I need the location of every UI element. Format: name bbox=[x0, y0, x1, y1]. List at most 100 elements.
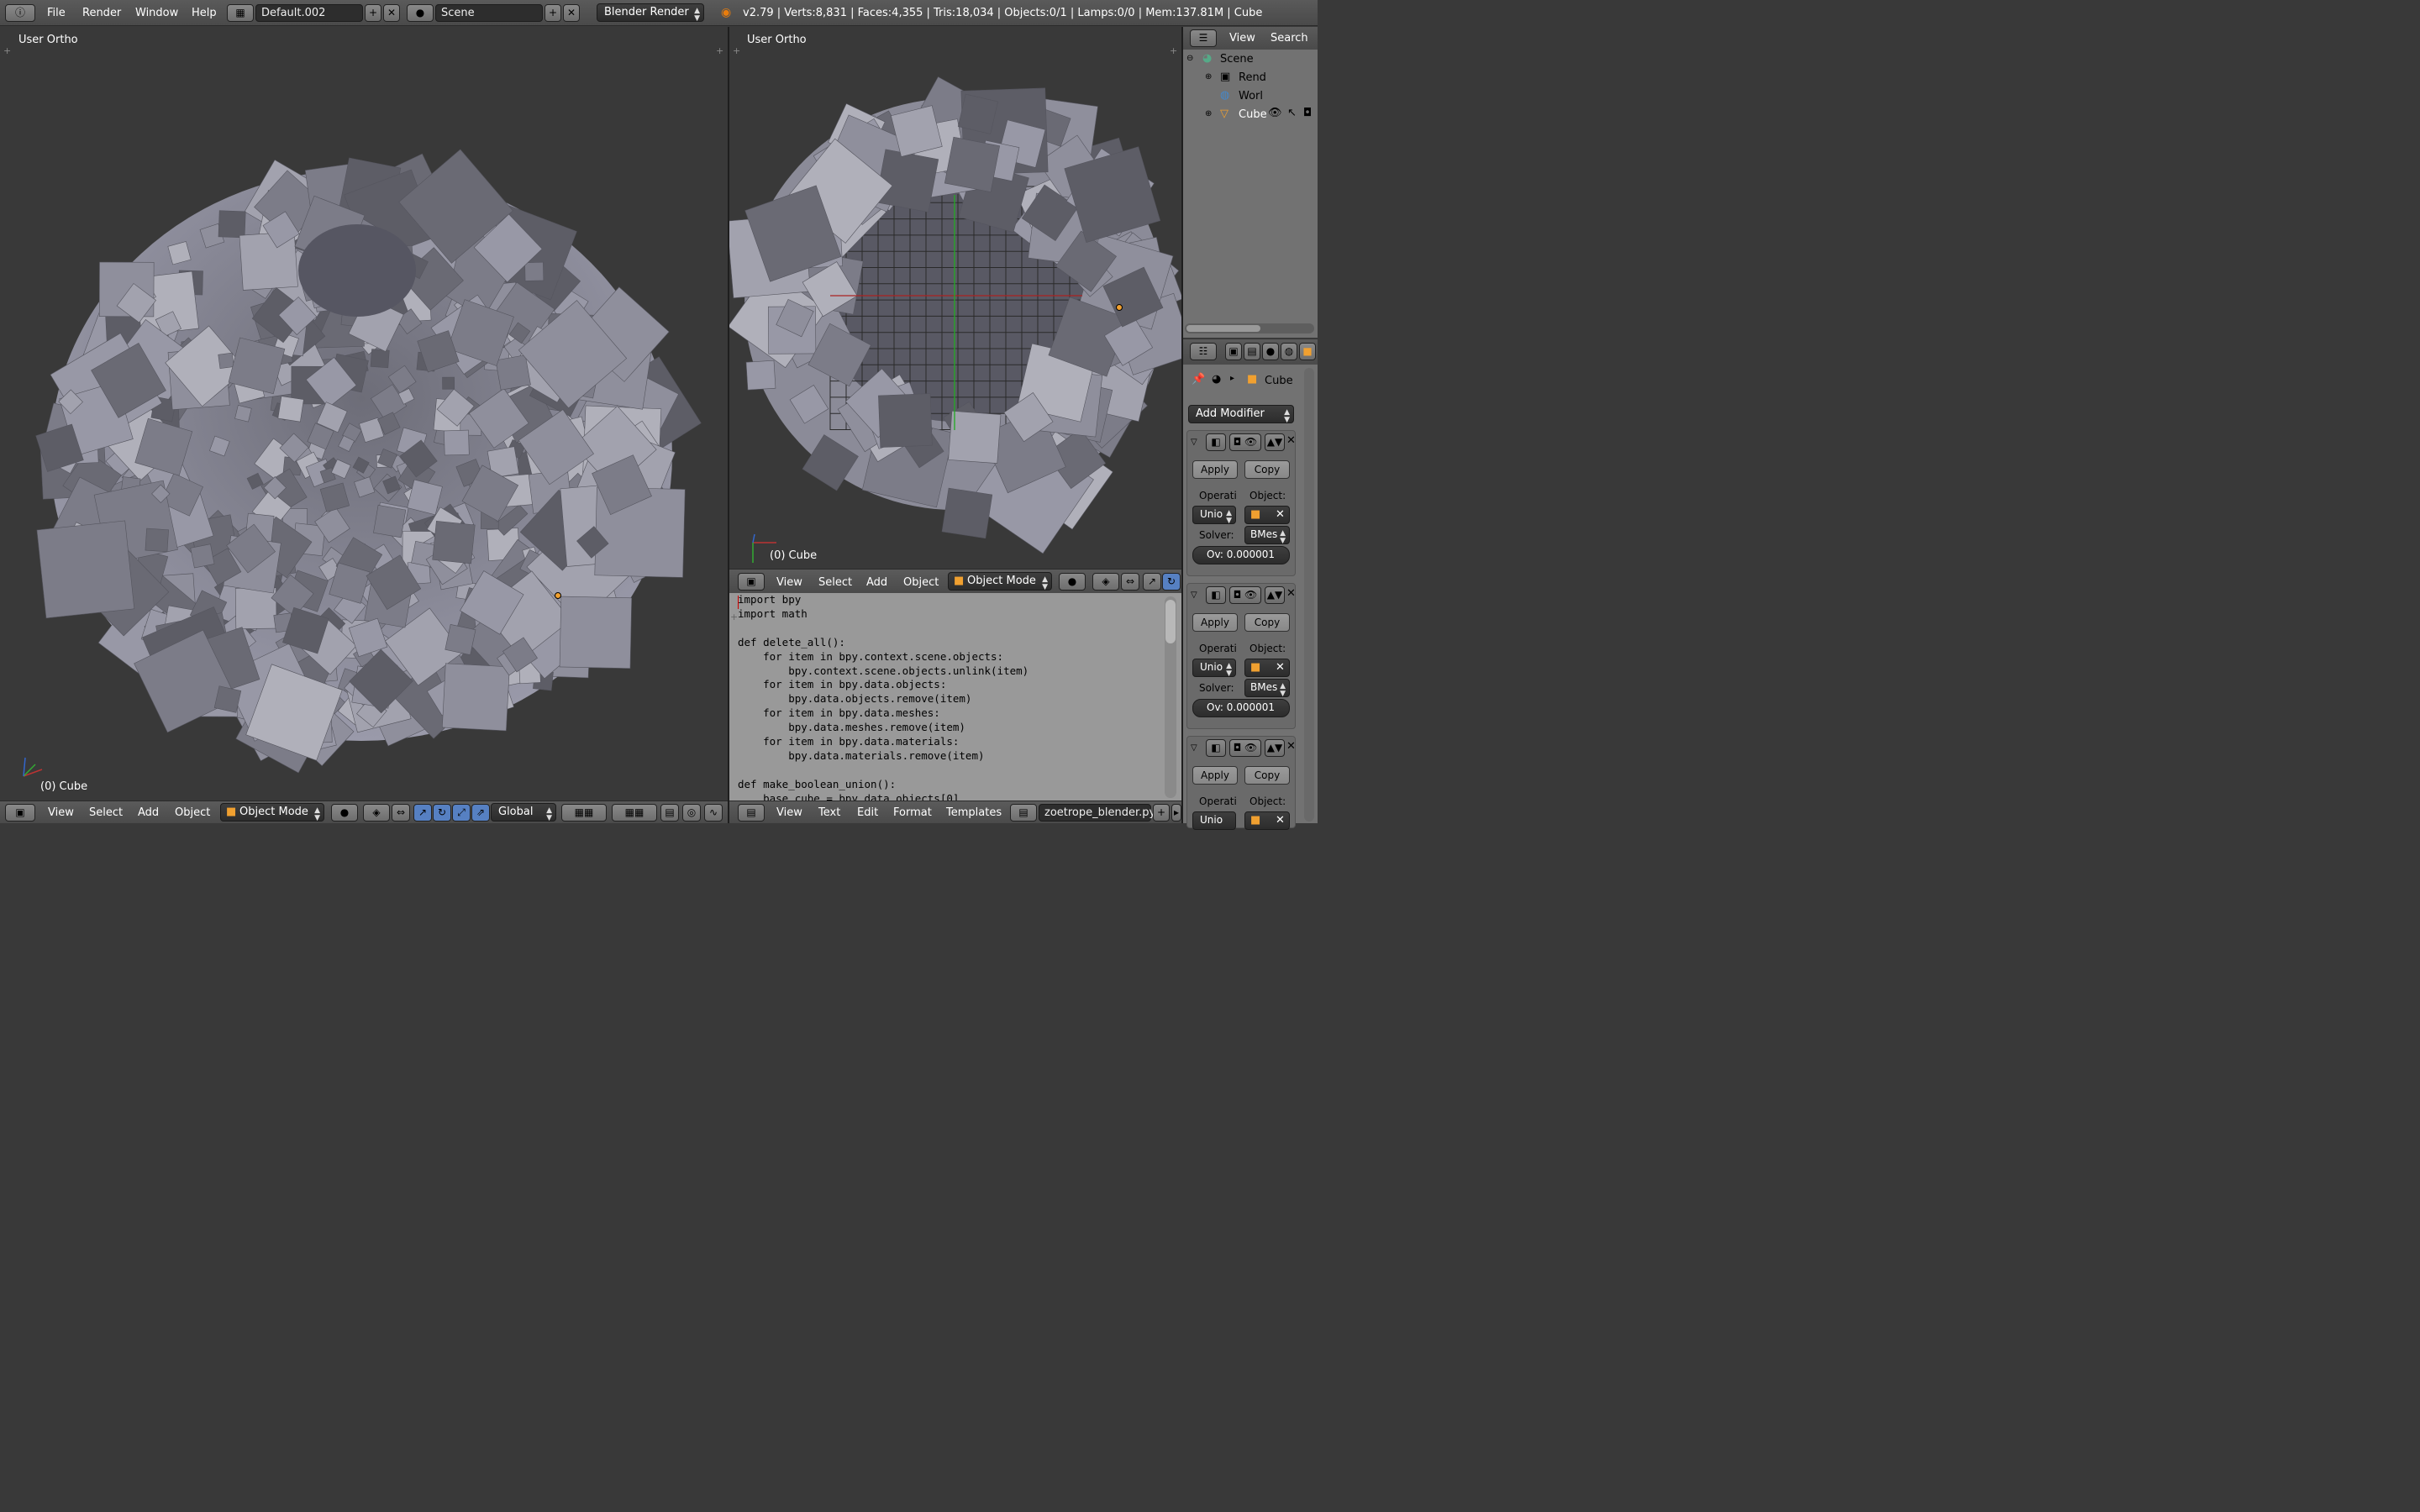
text-editor[interactable]: + import bpy import math def delete_all():… bbox=[729, 593, 1181, 805]
editor-type-button[interactable]: ▣ bbox=[738, 573, 765, 591]
outliner-item-render[interactable]: Rend bbox=[1239, 71, 1266, 84]
menu-view[interactable]: View bbox=[776, 576, 802, 589]
menu-help[interactable]: Help bbox=[192, 7, 217, 19]
menu-templates[interactable]: Templates bbox=[946, 806, 1002, 819]
outliner-item-cube[interactable]: Cube bbox=[1239, 108, 1267, 121]
outliner-item-world[interactable]: Worl bbox=[1239, 90, 1263, 102]
pivot-dropdown[interactable]: ◈ bbox=[1092, 573, 1119, 591]
code-line[interactable]: bpy.data.objects.remove(item) bbox=[738, 692, 971, 706]
object-field[interactable]: ■ ✕ bbox=[1244, 659, 1290, 677]
operation-dropdown[interactable]: Unio ▲ ▼ bbox=[1192, 506, 1236, 525]
viewport-left[interactable]: User Ortho + + (0) Cube bbox=[0, 27, 728, 801]
menu-edit[interactable]: Edit bbox=[857, 806, 878, 819]
shading-dropdown[interactable]: ● bbox=[331, 804, 358, 822]
object-field[interactable]: ■ ✕ bbox=[1244, 811, 1290, 830]
menu-render[interactable]: Render bbox=[82, 7, 121, 19]
viewport-right[interactable]: User Ortho + + (0) Cube bbox=[729, 27, 1181, 569]
move-modifier-icon[interactable]: ▲▼ bbox=[1265, 586, 1285, 604]
scale-icon[interactable]: ⤢ bbox=[452, 804, 471, 822]
layout-browse-button[interactable]: ▦ bbox=[227, 4, 254, 22]
expand-render-icon[interactable]: ⊕ bbox=[1205, 72, 1212, 81]
code-line[interactable]: bpy.context.scene.objects.unlink(item) bbox=[738, 664, 1028, 679]
text-open-icon[interactable]: ▸ bbox=[1171, 804, 1181, 822]
code-line[interactable]: import math bbox=[738, 607, 808, 622]
text-filename-field[interactable]: zoetrope_blender.py bbox=[1039, 804, 1155, 822]
translate-icon[interactable]: ↗ bbox=[413, 804, 432, 822]
scene-remove-icon[interactable]: ✕ bbox=[563, 4, 580, 22]
clear-object-icon[interactable]: ✕ bbox=[1276, 508, 1285, 521]
mode-dropdown[interactable]: ■ Object Mode ▲ ▼ bbox=[220, 803, 324, 822]
scene-add-icon[interactable]: + bbox=[544, 4, 561, 22]
outliner-scrollbar[interactable] bbox=[1185, 323, 1314, 333]
operation-dropdown[interactable]: Unio ▲ ▼ bbox=[1192, 659, 1236, 678]
code-line[interactable]: for item in bpy.data.materials: bbox=[738, 735, 959, 749]
overlap-threshold-field[interactable]: Ov: 0.000001 bbox=[1192, 699, 1290, 717]
remove-modifier-icon[interactable]: ✕ bbox=[1286, 434, 1296, 447]
rotate-icon[interactable]: ↻ bbox=[1162, 573, 1181, 591]
code-line[interactable]: import bpy bbox=[738, 593, 801, 607]
add-modifier-dropdown[interactable]: Add Modifier ▲ ▼ bbox=[1188, 405, 1294, 424]
text-browse-button[interactable]: ▤ bbox=[1010, 804, 1037, 822]
translate-icon[interactable]: ↗ bbox=[1143, 573, 1161, 591]
scrollbar-thumb[interactable] bbox=[1165, 600, 1176, 643]
object-tab-icon[interactable]: ■ bbox=[1299, 343, 1316, 360]
move-modifier-icon[interactable]: ▲▼ bbox=[1265, 433, 1285, 451]
properties-scrollbar[interactable] bbox=[1304, 368, 1314, 822]
clear-object-icon[interactable]: ✕ bbox=[1276, 661, 1285, 674]
pivot-dropdown[interactable]: ◈ bbox=[363, 804, 390, 822]
code-line[interactable]: def delete_all(): bbox=[738, 636, 845, 650]
code-line[interactable]: bpy.data.meshes.remove(item) bbox=[738, 721, 965, 735]
layers-group-2[interactable]: ▦▦ bbox=[612, 804, 657, 822]
remove-modifier-icon[interactable]: ✕ bbox=[1286, 740, 1296, 753]
collapse-modifier-icon[interactable]: ▽ bbox=[1191, 743, 1197, 753]
menu-view[interactable]: View bbox=[776, 806, 802, 819]
operation-dropdown[interactable]: Unio bbox=[1192, 811, 1236, 830]
apply-button[interactable]: Apply bbox=[1192, 766, 1238, 785]
layout-add-icon[interactable]: + bbox=[365, 4, 381, 22]
layer-lock-icon[interactable]: ▤ bbox=[660, 804, 679, 822]
properties-panel[interactable]: 📌 ◕ ▸ ■ Cube Add Modifier ▲ ▼ ▽ ◧ ◘ 👁 ▲▼ ✕… bbox=[1183, 365, 1318, 830]
menu-object[interactable]: Object bbox=[175, 806, 210, 819]
menu-format[interactable]: Format bbox=[893, 806, 932, 819]
solver-dropdown[interactable]: BMes ▲ ▼ bbox=[1244, 679, 1290, 698]
scene-browse-button[interactable]: ● bbox=[407, 4, 434, 22]
scene-tab-icon[interactable]: ● bbox=[1262, 343, 1279, 360]
manipulator-toggle-icon[interactable]: ⇔ bbox=[392, 804, 410, 822]
apply-button[interactable]: Apply bbox=[1192, 613, 1238, 632]
render-tab-icon[interactable]: ▣ bbox=[1225, 343, 1242, 360]
solver-dropdown[interactable]: BMes ▲ ▼ bbox=[1244, 526, 1290, 545]
orientation-dropdown[interactable]: Global ▲ ▼ bbox=[491, 803, 556, 822]
collapse-scene-icon[interactable]: ⊖ bbox=[1186, 54, 1193, 63]
shading-dropdown[interactable]: ● bbox=[1059, 573, 1086, 591]
editor-type-button[interactable]: ▤ bbox=[738, 804, 765, 822]
scrollbar-track[interactable] bbox=[1165, 596, 1176, 798]
menu-add[interactable]: Add bbox=[866, 576, 887, 589]
manipulator-scale-icon[interactable]: ⇗ bbox=[471, 804, 490, 822]
text-new-icon[interactable]: + bbox=[1153, 804, 1170, 822]
code-line[interactable]: for item in bpy.data.meshes: bbox=[738, 706, 940, 721]
move-modifier-icon[interactable]: ▲▼ bbox=[1265, 739, 1285, 757]
text-region-toggle-icon[interactable]: + bbox=[730, 612, 738, 622]
pin-icon[interactable]: 📌 bbox=[1192, 373, 1205, 386]
proportional-edit-icon[interactable]: ◎ bbox=[682, 804, 701, 822]
copy-button[interactable]: Copy bbox=[1244, 613, 1290, 632]
outliner-scrollbar-thumb[interactable] bbox=[1186, 325, 1260, 332]
world-tab-icon[interactable]: ◍ bbox=[1281, 343, 1297, 360]
menu-view[interactable]: View bbox=[1229, 32, 1255, 45]
collapse-modifier-icon[interactable]: ▽ bbox=[1191, 438, 1197, 447]
code-line[interactable]: def make_boolean_union(): bbox=[738, 778, 896, 792]
clear-object-icon[interactable]: ✕ bbox=[1276, 814, 1285, 827]
copy-button[interactable]: Copy bbox=[1244, 766, 1290, 785]
renderable-camera-icon[interactable]: ◘ bbox=[1303, 107, 1312, 119]
render-layers-tab-icon[interactable]: ▤ bbox=[1244, 343, 1260, 360]
object-field[interactable]: ■ ✕ bbox=[1244, 506, 1290, 524]
rotate-icon[interactable]: ↻ bbox=[433, 804, 451, 822]
menu-object[interactable]: Object bbox=[903, 576, 939, 589]
modifier-visibility-icons[interactable]: ◘ 👁 bbox=[1229, 433, 1261, 451]
apply-button[interactable]: Apply bbox=[1192, 460, 1238, 479]
layers-group-1[interactable]: ▦▦ bbox=[561, 804, 607, 822]
menu-text[interactable]: Text bbox=[818, 806, 840, 819]
remove-modifier-icon[interactable]: ✕ bbox=[1286, 587, 1296, 600]
menu-search[interactable]: Search bbox=[1270, 32, 1308, 45]
code-line[interactable]: for item in bpy.context.scene.objects: bbox=[738, 650, 1003, 664]
